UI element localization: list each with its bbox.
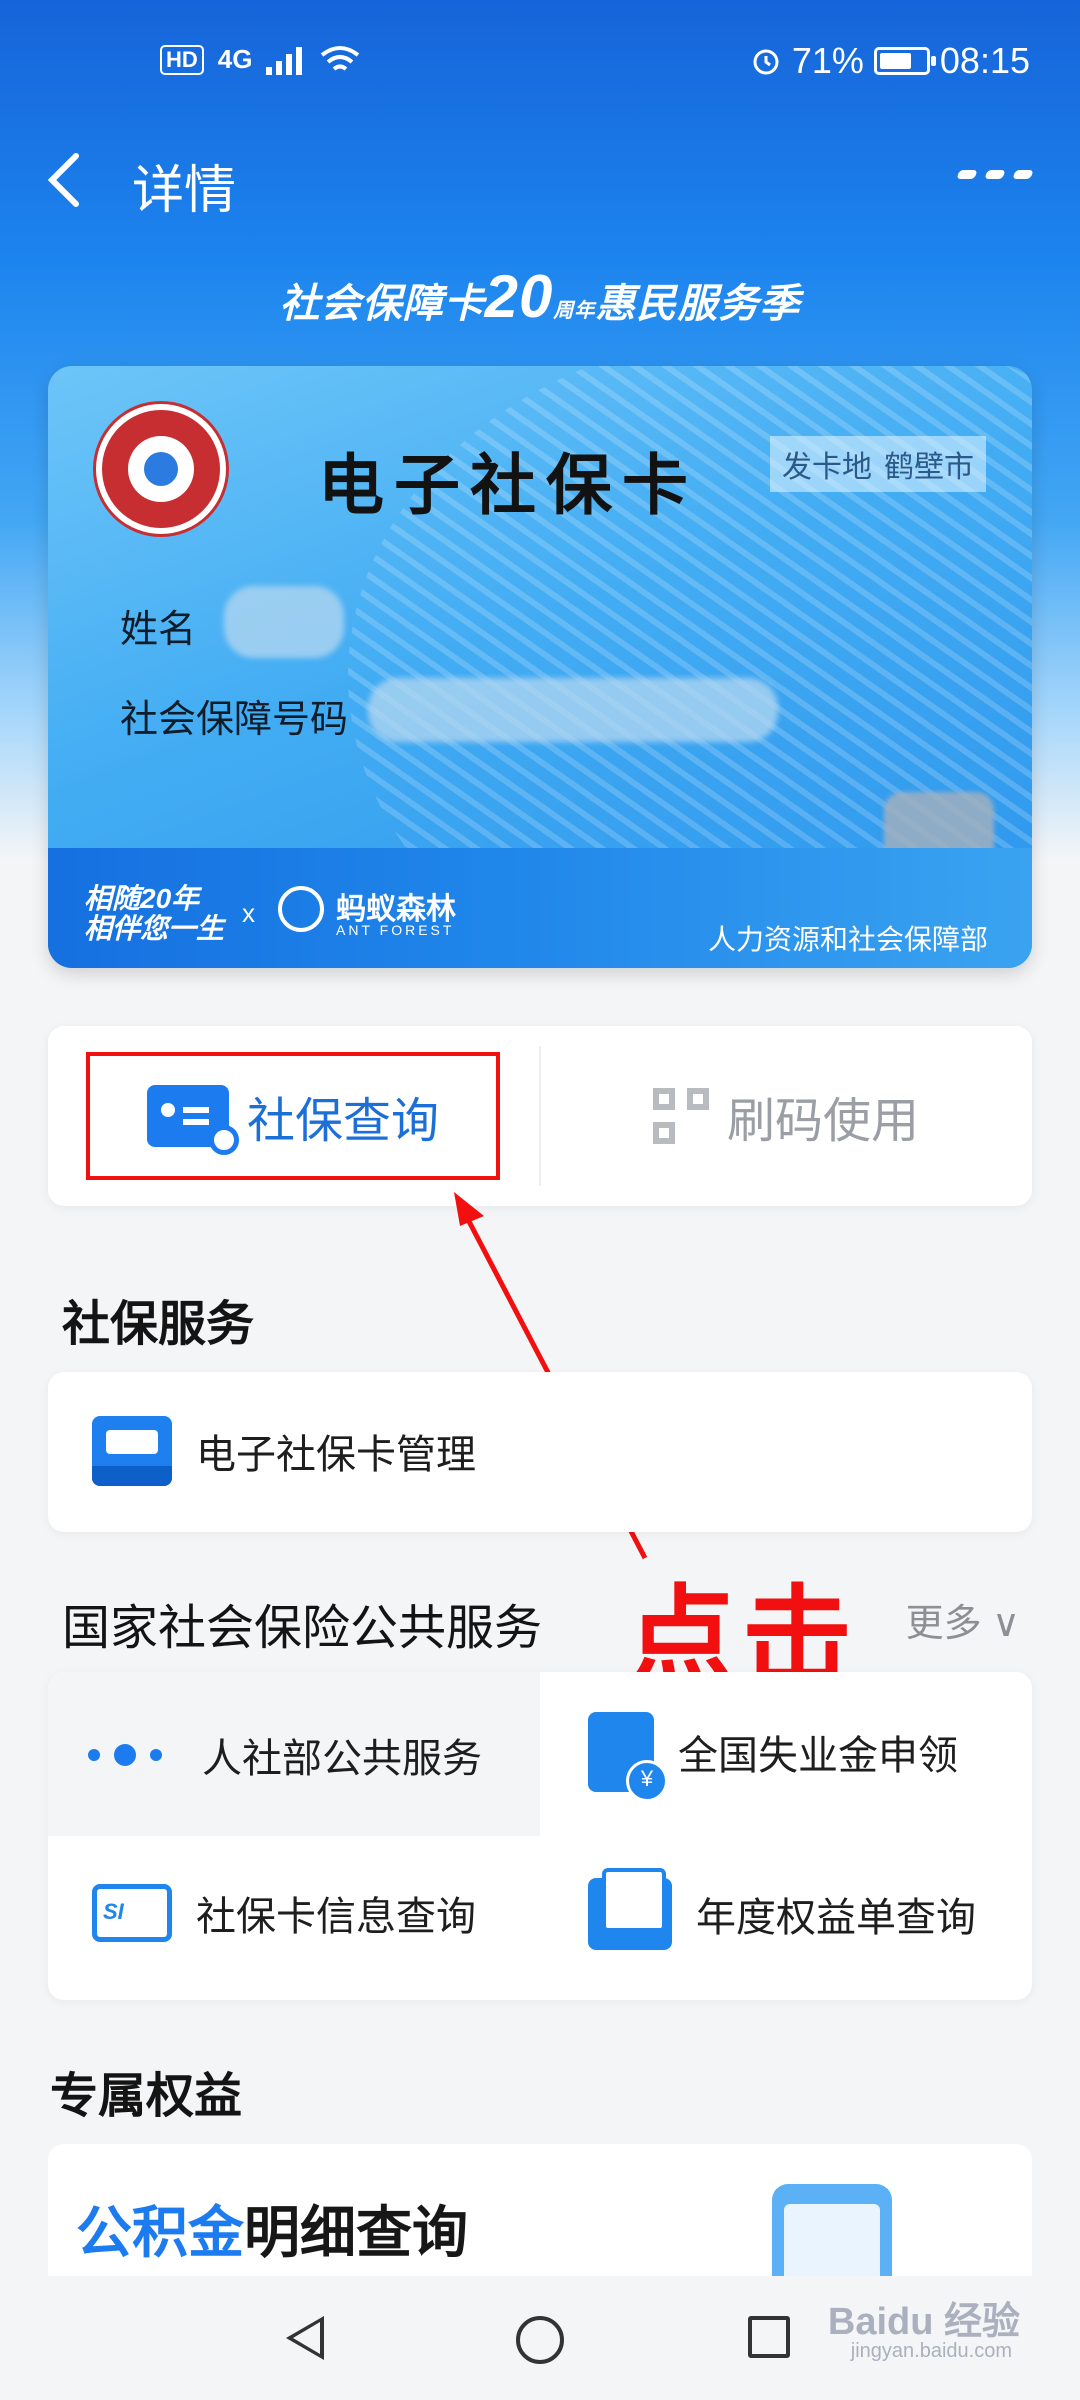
- network-label: 4G: [217, 44, 253, 74]
- benefit-document-icon: [588, 1712, 668, 1802]
- card-footer: 相随20年 相伴您一生 x 蚂蚁森林 ANT FOREST 人力资源和社会保障部: [48, 848, 1032, 968]
- status-left: HD 4G: [160, 44, 360, 75]
- slogan-line-2: 相伴您一生: [84, 913, 225, 944]
- scan-label: 刷码使用: [726, 1095, 919, 1148]
- fund-rest: 明细查询: [244, 2201, 468, 2264]
- watermark: Baidu 经验: [827, 2301, 1020, 2343]
- more-link[interactable]: 更多 ∨: [906, 1592, 1020, 1647]
- banner-suffix: 惠民服务季: [595, 282, 801, 326]
- scan-code-button[interactable]: 刷码使用: [540, 1026, 1032, 1206]
- battery-icon: [873, 47, 936, 75]
- mohrss-service-item[interactable]: 人社部公共服务: [88, 1720, 482, 1790]
- social-services-title: 社保服务: [62, 1298, 255, 1351]
- card-title: 电子社保卡: [318, 446, 698, 524]
- unemployment-benefit-item[interactable]: 全国失业金申领: [588, 1712, 958, 1802]
- slogan: 相随20年 相伴您一生: [84, 884, 224, 944]
- issue-label: 发卡地: [782, 451, 872, 484]
- card-info-query-label: 社保卡信息查询: [196, 1895, 476, 1939]
- card-actions: 社保查询 刷码使用: [48, 1026, 1032, 1206]
- status-bar: HD 4G 71% 08:15: [0, 0, 1080, 110]
- banner-prefix: 社会保障卡: [279, 282, 485, 326]
- back-arrow-icon[interactable]: [44, 152, 84, 208]
- exclusive-benefits-title: 专属权益: [50, 2070, 243, 2123]
- alarm-icon: [753, 49, 779, 75]
- unemployment-benefit-label: 全国失业金申领: [678, 1734, 958, 1778]
- name-label: 姓名: [120, 609, 197, 651]
- annual-statement-item[interactable]: 年度权益单查询: [588, 1868, 976, 1950]
- signal-icon: [266, 46, 303, 75]
- qr-code-icon: [652, 1088, 709, 1144]
- ssn-label: 社会保障号码: [120, 699, 349, 741]
- wifi-icon: [321, 45, 360, 71]
- social-security-emblem-icon: [96, 404, 226, 534]
- name-redacted: [224, 586, 344, 658]
- recents-key-icon[interactable]: [748, 2316, 790, 2358]
- e-social-security-card[interactable]: 电子社保卡 发卡地 鹤壁市 姓名 社会保障号码 相随20年 相伴您一生 x 蚂蚁森…: [48, 366, 1032, 968]
- nav-bar: 详情: [0, 120, 1080, 240]
- hd-badge: HD: [160, 44, 204, 75]
- card-info-query-item[interactable]: 社保卡信息查询: [92, 1884, 476, 1942]
- social-card-icon: [92, 1884, 172, 1942]
- banner-zhou: 周: [553, 300, 575, 322]
- ssn-redacted: [368, 678, 778, 742]
- national-services-panel: 人社部公共服务 全国失业金申领 社保卡信息查询 年度权益单查询: [48, 1672, 1032, 2000]
- partner-x: x: [242, 898, 255, 928]
- banner-nian: 年: [574, 300, 596, 322]
- battery-percent: 71%: [791, 40, 864, 81]
- query-label: 社保查询: [246, 1095, 439, 1148]
- fund-title: 公积金明细查询: [76, 2188, 468, 2269]
- mohrss-service-label: 人社部公共服务: [202, 1737, 482, 1781]
- issuer: 人力资源和社会保障部: [707, 924, 988, 955]
- back-key-icon[interactable]: [286, 2316, 324, 2360]
- id-search-icon: [146, 1085, 239, 1155]
- issue-place: 鹤壁市: [884, 451, 974, 484]
- card-tray-icon: [92, 1416, 172, 1486]
- fund-accent: 公积金: [76, 2201, 244, 2264]
- card-management-label: 电子社保卡管理: [196, 1433, 476, 1477]
- promo-banner: 社会保障卡20周年惠民服务季: [0, 262, 1080, 331]
- statement-envelope-icon: [588, 1868, 672, 1950]
- page-title: 详情: [132, 162, 237, 220]
- leaf-icon: [278, 886, 324, 932]
- social-services-panel: 电子社保卡管理: [48, 1372, 1032, 1532]
- more-menu-icon[interactable]: [956, 170, 1034, 179]
- watermark-sub: jingyan.baidu.com: [850, 2340, 1012, 2362]
- partner-en: ANT FOREST: [336, 922, 455, 938]
- home-key-icon[interactable]: [516, 2316, 564, 2364]
- national-services-title: 国家社会保险公共服务: [62, 1602, 543, 1655]
- social-security-query-button[interactable]: 社保查询: [48, 1026, 538, 1206]
- annual-statement-label: 年度权益单查询: [696, 1896, 976, 1940]
- clock: 08:15: [939, 40, 1030, 81]
- card-management-item[interactable]: 电子社保卡管理: [92, 1416, 476, 1486]
- slogan-line-1: 相随20年: [84, 883, 200, 914]
- status-right: 71% 08:15: [750, 40, 1030, 82]
- dots-icon: [88, 1720, 178, 1790]
- issue-place-badge: 发卡地 鹤壁市: [770, 436, 986, 492]
- banner-number: 20: [484, 263, 554, 330]
